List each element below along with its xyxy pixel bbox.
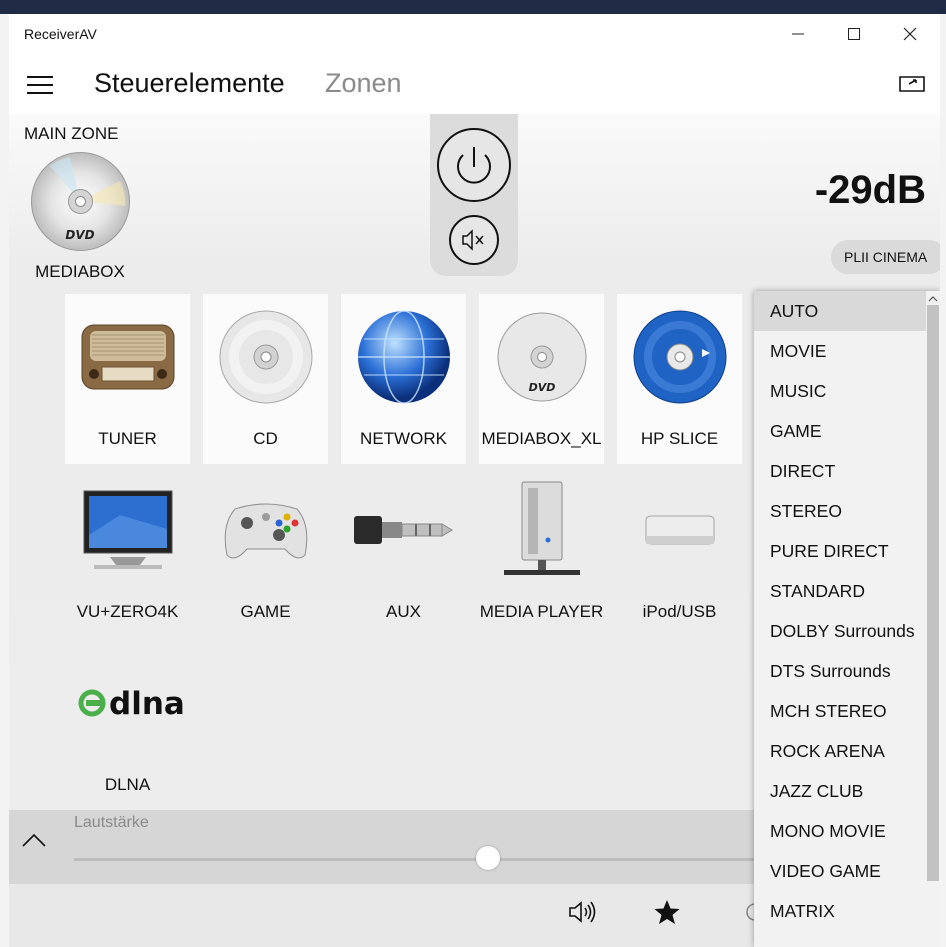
dropdown-item[interactable]: MONO MOVIE [754,811,940,851]
minimize-button[interactable] [770,14,826,54]
volume-slider[interactable] [74,858,764,861]
source-tile-aux[interactable]: AUX [341,467,466,637]
volume-label: Lautstärke [74,814,149,831]
source-label: CD [253,429,278,448]
tab-steuerelemente[interactable]: Steuerelemente [94,68,285,99]
svg-text:DVD: DVD [528,381,555,394]
dropdown-item[interactable]: DOLBY Surrounds [754,611,940,651]
dropdown-item[interactable]: DTS Surrounds [754,651,940,691]
bluray-icon [633,310,726,404]
dropdown-item[interactable]: STANDARD [754,571,940,611]
source-label: AUX [386,602,421,621]
source-label: VU+ZERO4K [76,602,179,621]
dropdown-item[interactable]: JAZZ CLUB [754,771,940,811]
maximize-button[interactable] [826,14,882,54]
source-label: MEDIA PLAYER [479,602,604,621]
source-label: MEDIABOX_XL [481,429,602,448]
source-tile-hp-slice[interactable]: HP SLICE [617,294,742,464]
dropdown-item[interactable]: PURE DIRECT [754,531,940,571]
surround-mode-button[interactable]: PLII CINEMA [831,240,940,274]
source-label: GAME [240,602,291,621]
source-label: TUNER [98,429,157,448]
surround-mode-options: AUTO MOVIE MUSIC GAME DIRECT STEREO PURE DIREC… [754,291,940,931]
source-label: DLNA [104,775,151,794]
zone-name: MAIN ZONE [24,124,119,143]
chevron-up-icon[interactable] [21,832,47,848]
background-window-edge [0,14,9,947]
dropdown-item[interactable]: VIDEO GAME [754,851,940,891]
audio-jack-icon [353,516,453,544]
dvd-icon: DVD [497,312,586,402]
app-title: ReceiverAV [24,26,97,42]
surround-mode-label: PLII CINEMA [844,249,928,265]
volume-readout: -29dB [814,168,926,212]
speaker-volume-icon[interactable] [567,898,597,926]
dropdown-item[interactable]: AUTO [754,291,940,331]
cd-icon [219,310,312,404]
dropdown-item[interactable]: MCH STEREO [754,691,940,731]
dropdown-item[interactable]: MATRIX [754,891,940,931]
close-button[interactable] [882,14,938,54]
source-label: iPod/USB [642,602,717,621]
scrollbar-thumb[interactable] [927,305,939,881]
surround-mode-dropdown[interactable]: AUTO MOVIE MUSIC GAME DIRECT STEREO PURE DIREC… [754,291,940,947]
title-bar: ReceiverAV [9,14,940,54]
tv-icon [83,490,172,569]
desktop-background [0,0,946,14]
radio-icon [81,324,174,390]
app-header: Steuerelemente Zonen [9,54,940,114]
source-tile-tuner[interactable]: TUNER [65,294,190,464]
app-window: ReceiverAV Steuerelemente Zonen MAIN ZON… [9,14,940,947]
dropdown-scrollbar[interactable] [926,291,940,947]
cast-icon[interactable] [897,74,927,94]
dlna-logo: dlna [65,648,190,758]
star-favorite-icon[interactable] [653,898,681,926]
menu-hamburger-icon[interactable] [27,76,53,94]
svg-text:DVD: DVD [65,228,94,242]
dvd-icon[interactable]: DVD [30,151,131,252]
tab-zonen[interactable]: Zonen [325,68,402,99]
zone-current-source: MEDIABOX [35,262,125,281]
source-tile-ipod-usb[interactable]: iPod/USB [617,467,742,637]
dlna-logo-text: dlna [109,686,185,722]
globe-icon [357,310,450,404]
source-tile-media-player[interactable]: MEDIA PLAYER [479,467,604,637]
dropdown-item[interactable]: GAME [754,411,940,451]
source-tile-vu-zero4k[interactable]: VU+ZERO4K [65,467,190,637]
dropdown-item[interactable]: ROCK ARENA [754,731,940,771]
media-server-icon [503,481,580,575]
minimize-icon [792,33,804,35]
gamepad-icon [224,503,307,559]
source-label: HP SLICE [640,429,719,448]
volume-slider-thumb[interactable] [476,846,500,870]
dropdown-item[interactable]: DIRECT [754,451,940,491]
source-tile-dlna[interactable]: dlna DLNA [65,640,190,810]
source-label: NETWORK [360,429,447,448]
close-icon [903,27,917,41]
mute-button[interactable] [448,214,500,266]
dropdown-item[interactable]: MUSIC [754,371,940,411]
maximize-icon [848,28,860,40]
dropdown-item[interactable]: STEREO [754,491,940,531]
power-button[interactable] [436,127,512,203]
ipod-dock-icon [645,515,714,545]
scroll-up-icon[interactable] [926,293,940,305]
dropdown-item[interactable]: MOVIE [754,331,940,371]
source-tile-game[interactable]: GAME [203,467,328,637]
source-tile-mediabox-xl[interactable]: DVD MEDIABOX_XL [479,294,604,464]
background-window-edge [940,14,946,947]
power-mute-panel [430,114,518,276]
source-tile-network[interactable]: NETWORK [341,294,466,464]
source-tile-cd[interactable]: CD [203,294,328,464]
